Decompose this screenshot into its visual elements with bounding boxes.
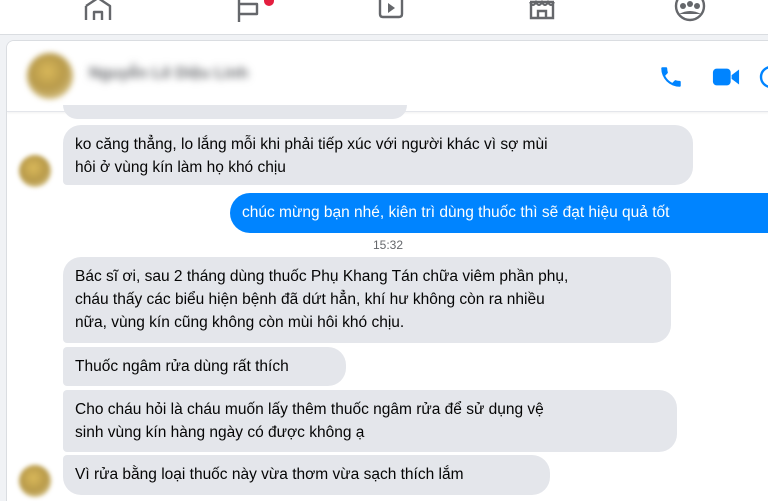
message-text: nữa, vùng kín cũng không còn mùi hôi khó… <box>75 314 405 331</box>
phone-icon[interactable] <box>657 63 685 91</box>
message-text: Vì rửa bằng loại thuốc này vừa thơm vừa … <box>75 466 464 483</box>
incoming-message: ko căng thẳng, lo lắng mỗi khi phải tiếp… <box>63 125 693 185</box>
message-text: Bác sĩ ơi, sau 2 tháng dùng thuốc Phụ Kh… <box>75 268 569 285</box>
incoming-message: Cho cháu hỏi là cháu muốn lấy thêm thuốc… <box>63 390 677 452</box>
message-text: cháu thấy các biểu hiện bệnh đã dứt hẳn,… <box>75 291 545 308</box>
contact-avatar[interactable] <box>27 53 73 99</box>
message-text: sinh vùng kín hàng ngày có được không ạ <box>75 424 365 441</box>
groups-icon[interactable] <box>672 0 708 24</box>
incoming-message: Thuốc ngâm rửa dùng rất thích <box>63 347 346 386</box>
flag-icon[interactable] <box>231 0 267 24</box>
video-icon[interactable] <box>373 0 409 24</box>
notification-badge <box>264 0 274 6</box>
message-text: Cho cháu hỏi là cháu muốn lấy thêm thuốc… <box>75 401 544 418</box>
sender-avatar[interactable] <box>19 155 51 187</box>
chat-header: Nguyễn Lê Diệu Linh <box>7 41 768 112</box>
info-icon[interactable] <box>759 65 768 89</box>
message-text: ko căng thẳng, lo lắng mỗi khi phải tiếp… <box>75 136 548 153</box>
previous-message-bubble <box>63 105 407 119</box>
incoming-message: Bác sĩ ơi, sau 2 tháng dùng thuốc Phụ Kh… <box>63 257 671 343</box>
chat-window: Nguyễn Lê Diệu Linh ko căng thẳng, lo lắ… <box>6 40 768 501</box>
marketplace-icon[interactable] <box>524 0 560 24</box>
top-navigation <box>0 0 768 35</box>
timestamp: 15:32 <box>372 238 404 252</box>
video-call-icon[interactable] <box>712 63 740 91</box>
message-text: hôi ở vùng kín làm họ khó chịu <box>75 159 286 176</box>
sender-avatar[interactable] <box>19 465 51 497</box>
contact-name[interactable]: Nguyễn Lê Diệu Linh <box>89 65 248 83</box>
message-text: Thuốc ngâm rửa dùng rất thích <box>75 358 289 375</box>
home-icon[interactable] <box>80 0 116 24</box>
outgoing-message: chúc mừng bạn nhé, kiên trì dùng thuốc t… <box>230 193 768 233</box>
incoming-message: Vì rửa bằng loại thuốc này vừa thơm vừa … <box>63 455 550 495</box>
message-text: chúc mừng bạn nhé, kiên trì dùng thuốc t… <box>242 204 670 221</box>
